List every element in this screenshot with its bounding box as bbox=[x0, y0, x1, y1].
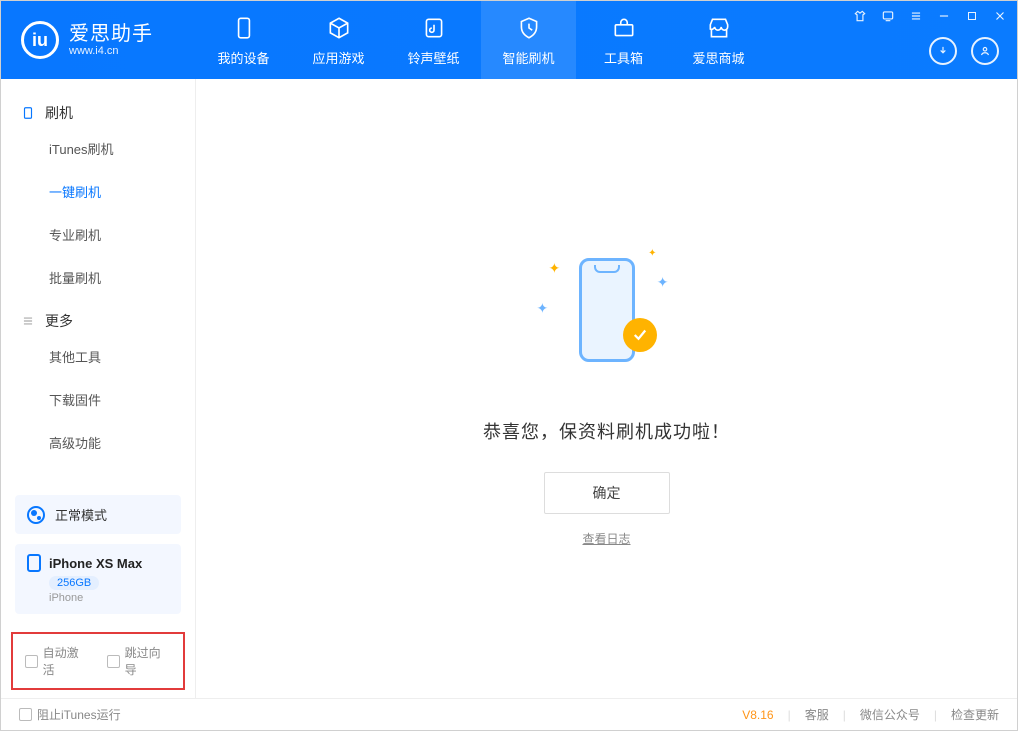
options-highlight: 自动激活 跳过向导 bbox=[11, 632, 185, 690]
sparkle-icon: ✦ bbox=[648, 248, 656, 259]
group-label: 刷机 bbox=[45, 103, 73, 123]
tab-label: 工具箱 bbox=[604, 48, 643, 67]
tab-label: 爱思商城 bbox=[692, 48, 744, 67]
tab-apps-games[interactable]: 应用游戏 bbox=[291, 1, 386, 79]
tab-my-device[interactable]: 我的设备 bbox=[196, 1, 291, 79]
check-badge-icon bbox=[623, 318, 657, 352]
window-controls bbox=[851, 7, 1009, 25]
app-title: 爱思助手 bbox=[69, 23, 153, 45]
minimize-button[interactable] bbox=[935, 7, 953, 25]
download-button[interactable] bbox=[929, 37, 957, 65]
logo-text: 爱思助手 www.i4.cn bbox=[69, 23, 153, 57]
tab-label: 我的设备 bbox=[217, 48, 269, 67]
sidebar-item-other-tools[interactable]: 其他工具 bbox=[1, 335, 195, 378]
toolbox-icon bbox=[610, 14, 638, 42]
sidebar: 刷机 iTunes刷机 一键刷机 专业刷机 批量刷机 更多 其他工具 下载固件 … bbox=[1, 79, 196, 698]
sparkle-icon: ✦ bbox=[549, 260, 561, 277]
list-icon bbox=[21, 314, 35, 328]
tab-flash[interactable]: 智能刷机 bbox=[481, 1, 576, 79]
phone-icon bbox=[579, 258, 635, 362]
cube-icon bbox=[325, 14, 353, 42]
tab-label: 铃声壁纸 bbox=[407, 48, 459, 67]
device-storage-badge: 256GB bbox=[49, 576, 99, 590]
checkbox-icon bbox=[19, 708, 32, 721]
check-update-link[interactable]: 检查更新 bbox=[951, 706, 999, 723]
checkbox-label: 自动激活 bbox=[43, 644, 89, 678]
phone-icon bbox=[21, 104, 35, 122]
feedback-icon[interactable] bbox=[879, 7, 897, 25]
wechat-link[interactable]: 微信公众号 bbox=[860, 706, 920, 723]
mode-indicator[interactable]: 正常模式 bbox=[15, 495, 181, 534]
sidebar-item-download-firmware[interactable]: 下载固件 bbox=[1, 378, 195, 421]
version-label: V8.16 bbox=[742, 708, 773, 722]
success-illustration: ✦ ✦ ✦ ✦ bbox=[527, 230, 687, 390]
tab-label: 应用游戏 bbox=[312, 48, 364, 67]
device-name: iPhone XS Max bbox=[49, 556, 142, 571]
tab-toolbox[interactable]: 工具箱 bbox=[576, 1, 671, 79]
music-icon bbox=[420, 14, 448, 42]
titlebar: iu 爱思助手 www.i4.cn 我的设备 应用游戏 铃声壁纸 智能刷机 工具… bbox=[1, 1, 1017, 79]
sidebar-group-flash: 刷机 bbox=[1, 91, 195, 127]
support-link[interactable]: 客服 bbox=[805, 706, 829, 723]
sidebar-item-oneclick-flash[interactable]: 一键刷机 bbox=[1, 170, 195, 213]
device-panel[interactable]: iPhone XS Max 256GB iPhone bbox=[15, 544, 181, 614]
checkbox-label: 跳过向导 bbox=[125, 644, 171, 678]
main-content: ✦ ✦ ✦ ✦ 恭喜您，保资料刷机成功啦！ 确定 查看日志 bbox=[196, 79, 1017, 698]
ok-button[interactable]: 确定 bbox=[544, 472, 670, 514]
tab-ringtones[interactable]: 铃声壁纸 bbox=[386, 1, 481, 79]
device-icon bbox=[230, 14, 258, 42]
user-button[interactable] bbox=[971, 37, 999, 65]
mode-icon bbox=[27, 506, 45, 524]
sidebar-item-pro-flash[interactable]: 专业刷机 bbox=[1, 213, 195, 256]
statusbar: 阻止iTunes运行 V8.16 | 客服 | 微信公众号 | 检查更新 bbox=[1, 698, 1017, 730]
mode-label: 正常模式 bbox=[55, 505, 107, 524]
tab-label: 智能刷机 bbox=[502, 48, 554, 67]
checkbox-skip-guide[interactable]: 跳过向导 bbox=[107, 644, 171, 678]
device-type: iPhone bbox=[49, 592, 169, 604]
sparkle-icon: ✦ bbox=[537, 300, 549, 317]
view-log-link[interactable]: 查看日志 bbox=[582, 530, 630, 547]
checkbox-block-itunes[interactable]: 阻止iTunes运行 bbox=[19, 706, 121, 723]
tab-store[interactable]: 爱思商城 bbox=[671, 1, 766, 79]
checkbox-icon bbox=[107, 655, 120, 668]
sidebar-item-batch-flash[interactable]: 批量刷机 bbox=[1, 256, 195, 299]
checkbox-label: 阻止iTunes运行 bbox=[37, 706, 121, 723]
device-icon bbox=[27, 554, 41, 572]
maximize-button[interactable] bbox=[963, 7, 981, 25]
sparkle-icon: ✦ bbox=[657, 274, 669, 291]
group-label: 更多 bbox=[45, 311, 73, 331]
sidebar-item-itunes-flash[interactable]: iTunes刷机 bbox=[1, 127, 195, 170]
logo[interactable]: iu 爱思助手 www.i4.cn bbox=[1, 21, 196, 59]
shield-icon bbox=[515, 14, 543, 42]
close-button[interactable] bbox=[991, 7, 1009, 25]
nav-tabs: 我的设备 应用游戏 铃声壁纸 智能刷机 工具箱 爱思商城 bbox=[196, 1, 766, 79]
shirt-icon[interactable] bbox=[851, 7, 869, 25]
checkbox-icon bbox=[25, 655, 38, 668]
logo-icon: iu bbox=[21, 21, 59, 59]
checkbox-auto-activate[interactable]: 自动激活 bbox=[25, 644, 89, 678]
app-url: www.i4.cn bbox=[69, 45, 153, 57]
menu-icon[interactable] bbox=[907, 7, 925, 25]
header-actions bbox=[929, 37, 999, 65]
success-message: 恭喜您，保资料刷机成功啦！ bbox=[483, 418, 730, 444]
store-icon bbox=[705, 14, 733, 42]
sidebar-group-more: 更多 bbox=[1, 299, 195, 335]
sidebar-item-advanced[interactable]: 高级功能 bbox=[1, 421, 195, 464]
